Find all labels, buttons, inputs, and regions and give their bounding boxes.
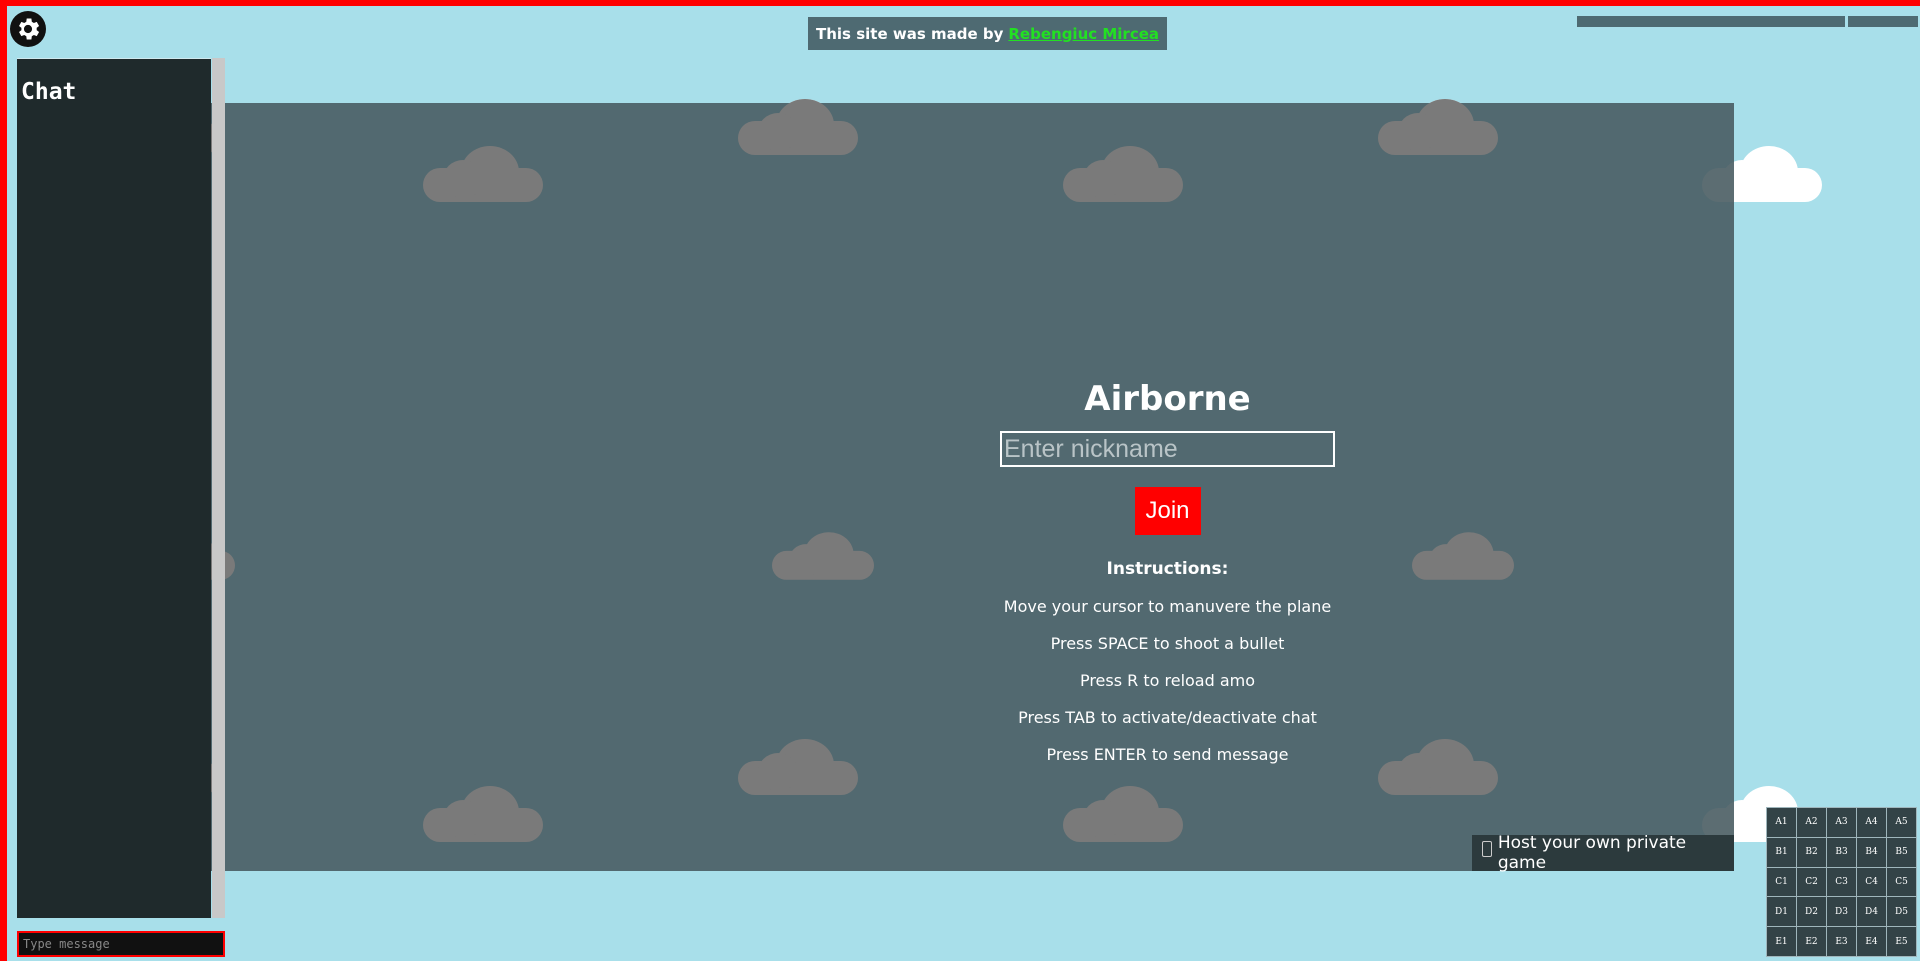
cloud (423, 146, 543, 202)
room-grid: A1 A2 A3 A4 A5 B1 B2 B3 B4 B5 C1 C2 C3 C… (1766, 807, 1917, 957)
room-cell[interactable]: E1 (1767, 927, 1796, 956)
login-overlay: Airborne Join Instructions: Move your cu… (199, 103, 1734, 871)
room-cell[interactable]: C3 (1827, 867, 1856, 897)
room-cell[interactable]: D3 (1827, 897, 1856, 927)
room-cell[interactable]: D2 (1797, 897, 1826, 927)
room-cell[interactable]: E4 (1857, 927, 1886, 956)
game-title: Airborne (1084, 379, 1251, 419)
author-link[interactable]: Rebengiuc Mircea (1008, 25, 1159, 43)
room-cell[interactable]: B4 (1857, 837, 1886, 867)
room-cell[interactable]: A2 (1797, 808, 1826, 837)
cloud (1063, 786, 1183, 842)
room-cell[interactable]: C5 (1887, 867, 1916, 897)
room-cell[interactable]: B3 (1827, 837, 1856, 867)
status-bar-secondary (1848, 16, 1918, 27)
room-cell[interactable]: A5 (1887, 808, 1916, 837)
room-cell[interactable]: D1 (1767, 897, 1796, 927)
instruction-line: Press ENTER to send message (1046, 745, 1289, 764)
chat-panel: Chat (17, 58, 211, 918)
cloud (423, 786, 543, 842)
cloud (1378, 99, 1498, 155)
host-label: Host your own private game (1497, 833, 1687, 873)
cloud (1412, 532, 1514, 580)
room-cell[interactable]: B5 (1887, 837, 1916, 867)
room-cell[interactable]: A4 (1857, 808, 1886, 837)
cloud (772, 532, 874, 580)
cloud (738, 739, 858, 795)
instruction-line: Press SPACE to shoot a bullet (1050, 634, 1285, 653)
room-cell[interactable]: D5 (1887, 897, 1916, 927)
instructions-title: Instructions: (1106, 559, 1229, 579)
room-cell[interactable]: B2 (1797, 837, 1826, 867)
cloud (1063, 146, 1183, 202)
host-private-game-button[interactable]: Host your own private game (1472, 833, 1734, 873)
room-cell[interactable]: B1 (1767, 837, 1796, 867)
gear-icon (19, 18, 40, 40)
room-cell[interactable]: C1 (1767, 867, 1796, 897)
room-cell[interactable]: E3 (1827, 927, 1856, 956)
join-button[interactable]: Join (1134, 487, 1201, 535)
login-form: Airborne Join Instructions: Move your cu… (409, 103, 1920, 871)
settings-button[interactable] (10, 11, 46, 47)
instruction-line: Press R to reload amo (1079, 671, 1256, 690)
room-cell[interactable]: E5 (1887, 927, 1916, 956)
chat-title: Chat (21, 79, 77, 105)
room-cell[interactable]: E2 (1797, 927, 1826, 956)
cloud (738, 99, 858, 155)
nickname-input[interactable] (1000, 431, 1335, 467)
status-bar (1577, 16, 1845, 27)
cloud (1378, 739, 1498, 795)
phone-icon (1482, 841, 1492, 857)
credit-banner: This site was made by Rebengiuc Mircea (808, 17, 1168, 50)
room-cell[interactable]: A3 (1827, 808, 1856, 837)
instruction-line: Move your cursor to manuvere the plane (1003, 597, 1332, 616)
instruction-line: Press TAB to activate/deactivate chat (1018, 708, 1317, 727)
room-cell[interactable]: C4 (1857, 867, 1886, 897)
chat-message-input[interactable] (17, 931, 225, 957)
room-cell[interactable]: A1 (1767, 808, 1796, 837)
credit-text: This site was made by (816, 24, 1004, 43)
room-cell[interactable]: C2 (1797, 867, 1826, 897)
room-cell[interactable]: D4 (1857, 897, 1886, 927)
chat-scrollbar[interactable] (212, 58, 225, 918)
